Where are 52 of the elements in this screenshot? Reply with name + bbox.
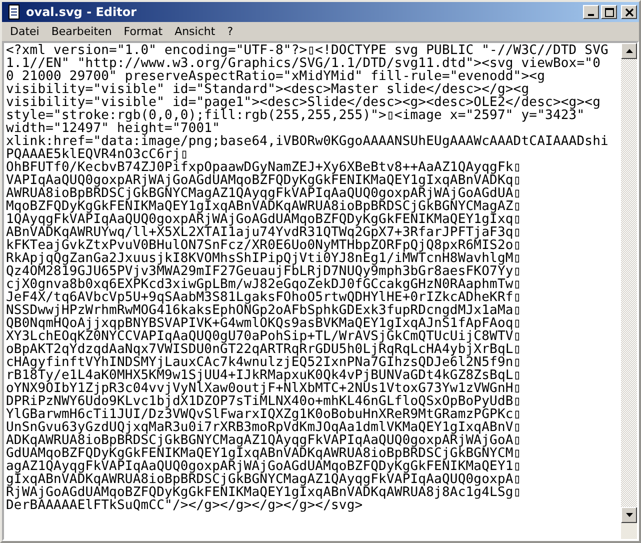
text-line: kFKTeajGvkZtxPvuV0BHulON7SnFcz/XR0E6Uo0NyMTHbpZORFpQjQ8pxR6MIS2o▯ [6, 239, 522, 252]
text-line: QB0NqmHQoAjjxqpBNYBSVAPIVK+G4wmlOKQs9asBVKMaQEY1gIxqAJnS1fApFAoq▯ [6, 317, 522, 330]
text-line: Qz4OM2819GJU65PVjv3MWA29mIF27GeuaujFbLRjD7NUQy9mph3bGr8aesFKO7Yy▯ [6, 265, 522, 278]
text-line: rB18Ty/e1L4aK0MHX5KM9w1SjUU4+IJkRMapxuK0Qk4vPjBUNVaGDt4kGZ8ZsBqL▯ [6, 369, 522, 382]
text-line: DPRiPzNWY6Udo9KLvc1bjdX1DZOP7sTiMLNX40o+mhKL46nGLfloQSxOpBoPyUdB▯ [6, 395, 522, 408]
menu-item[interactable]: Ansicht [168, 25, 222, 38]
text-line: RkApjqQgZanGa2JxuusjkI8KVOMhsShIPipQjVti0YJ8nEg1/iMWTcnH8WavhlgM▯ [6, 252, 522, 265]
text-line: XY3LchEOqKZ0NYCCVAPIqAaQUQ0gU70aPohSip+TL/WrAVSjGkCmQTUcUijC8WTV▯ [6, 330, 522, 343]
text-line: <?xml version="1.0" encoding="UTF-8"?>▯<!DOCTYPE svg PUBLIC "-//W3C//DTD SVG [6, 44, 610, 57]
vertical-scrollbar[interactable] [621, 43, 637, 539]
menu-item[interactable]: Datei [4, 25, 46, 38]
text-line: agAZ1QAyqgFkVAPIqAaQUQ0goxpARjWAjGoAGdUAMqoBZFQDyKgGkFENIKMaQEY1▯ [6, 460, 522, 473]
text-line: oBpAKT2qYdzqdAaNqx7VWISDU0nGT22qARTRqRrGDU5h0LjRqRqLcHA4ybjXrBqL▯ [6, 343, 522, 356]
minimize-icon [588, 14, 594, 16]
text-line: width="12497" height="7001" [6, 122, 220, 135]
text-line: visibility="visible" id="page1"><desc>Slide</desc><g><desc>OLE2</desc><g><g [6, 96, 602, 109]
text-line: oYNX9OIbY1ZjpR3c04vvjVyNlXaw0outjF+NlXbMTC+2NUs1VtoxG73Yw1zVWGnH▯ [6, 382, 522, 395]
text-line: ABnVADKqAWRUYwq/ll+X5XL2XTAI1aju74YvdR31QTWq2GpX7+3RfarJPFTjaF3q▯ [6, 226, 522, 239]
text-line: 0 21000 29700" preserveAspectRatio="xMidYMid" fill-rule="evenodd"><g [6, 70, 546, 83]
text-line: visibility="visible" id="Standard"><desc>Master slide</desc></g><g [6, 83, 530, 96]
text-line: PQAAAE5klEQVR4nO3cC6rj▯ [6, 148, 188, 161]
maximize-button[interactable] [601, 5, 617, 19]
text-line: JeF4X/tq6AVbcVp5U+9qSAabM3S81LgaksFOhoO5rtwQDHYlHE+0rIZkcADheKRf▯ [6, 291, 522, 304]
close-icon [624, 8, 634, 16]
minimize-button[interactable] [583, 5, 599, 19]
text-line: MqoBZFQDyKgGkFENIKMaQEY1gIxqABnVADKqAWRUA8ioBpBRDSCjGkBGNYCMagAZ▯ [6, 200, 522, 213]
close-button[interactable] [621, 5, 637, 19]
text-line: OhBFUTf0/KecbvB74ZJ0PifxpOpaawDGyNamZEJ+Xy6XBeBtv8++AaAZ1QAyqgFk▯ [6, 161, 522, 174]
notepad-icon [6, 4, 22, 20]
text-line: AWRUA8ioBpBRDSCjGkBGNYCMagAZ1QAyqgFkVAPIqAaQUQ0goxpARjWAjGoAGdUA▯ [6, 187, 522, 200]
scroll-down-icon[interactable] [621, 507, 637, 523]
text-line: DerBAAAAAElFTkSuQmCC"/></g></g></g></g></svg> [6, 499, 363, 512]
text-line: VAPIqAaQUQ0goxpARjWAjGoAGdUAMqoBZFQDyKgGkFENIKMaQEY1gIxqABnVADKq▯ [6, 174, 522, 187]
text-line: GdUAMqoBZFQDyKgGkFENIKMaQEY1gIxqABnVADKqAWRUA8ioBpBRDSCjGkBGNYCM▯ [6, 447, 522, 460]
menu-item[interactable]: Format [118, 25, 169, 38]
text-line: ADKqAWRUA8ioBpBRDSCjGkBGNYCMagAZ1QAyqgFkVAPIqAaQUQ0goxpARjWAjGoA▯ [6, 434, 522, 447]
text-line: xlink:href="data:image/png;base64,iVBORw0KGgoAAAANSUhEUgAAAWcAAADtCAIAAADshi [6, 135, 610, 148]
text-line: 1QAyqgFkVAPIqAaQUQ0goxpARjWAjGoAGdUAMqoBZFQDyKgGkFENIKMaQEY1gIxq▯ [6, 213, 522, 226]
text-line: RjWAjGoAGdUAMqoBZFQDyKgGkFENIKMaQEY1gIxqABnVADKqAWRUA8j8Ac1g4LSg▯ [6, 486, 522, 499]
text-line: YlGBarwmH6cTi1JUI/Dz3VWQvSlFwarxIQXZg1K0oBobuHnXReR9MtGRamzPGPKc▯ [6, 408, 522, 421]
maximize-icon [604, 8, 614, 16]
text-line: NSSDwwjHPzWrhmRwMOG416kaksEphONGp2oAFbSphkGDExk3fupRDcngdMJx1aMa▯ [6, 304, 522, 317]
text-line: cjX0gnva8b0xq6EXPKcd3xiwGpLBm/wJ82eGqoZekDJ0fGCcakgGHzN0RAaphmTw▯ [6, 278, 522, 291]
text-line: 1.1//EN" "http://www.w3.org/Graphics/SVG/1.1/DTD/svg11.dtd"><svg viewBox="0 [6, 57, 602, 70]
text-line: cHAgyfinftVYhINDSMYjLauxCAc7k4wnulzjEQ52IxnPNa7GIhzsQDJe6l2N5f9n▯ [6, 356, 522, 369]
text-line: UnSnGvu63yGzdUQjxqMaR3u0i7rXRB3moRpVdKmJOqAa1dmlVKMaQEY1gIxqABnV▯ [6, 421, 522, 434]
menu-item[interactable]: Bearbeiten [45, 25, 118, 38]
window-title: oval.svg - Editor [26, 5, 138, 19]
text-line: style="stroke:rgb(0,0,0);fill:rgb(255,255,255)">▯<image x="2597" y="3423" [6, 109, 585, 122]
scroll-up-icon[interactable] [621, 43, 637, 59]
menu-item[interactable]: ? [221, 25, 240, 38]
text-line: gIxqABnVADKqAWRUA8ioBpBRDSCjGkBGNYCMagAZ1QAyqgFkVAPIqAaQUQ0goxpA▯ [6, 473, 522, 486]
